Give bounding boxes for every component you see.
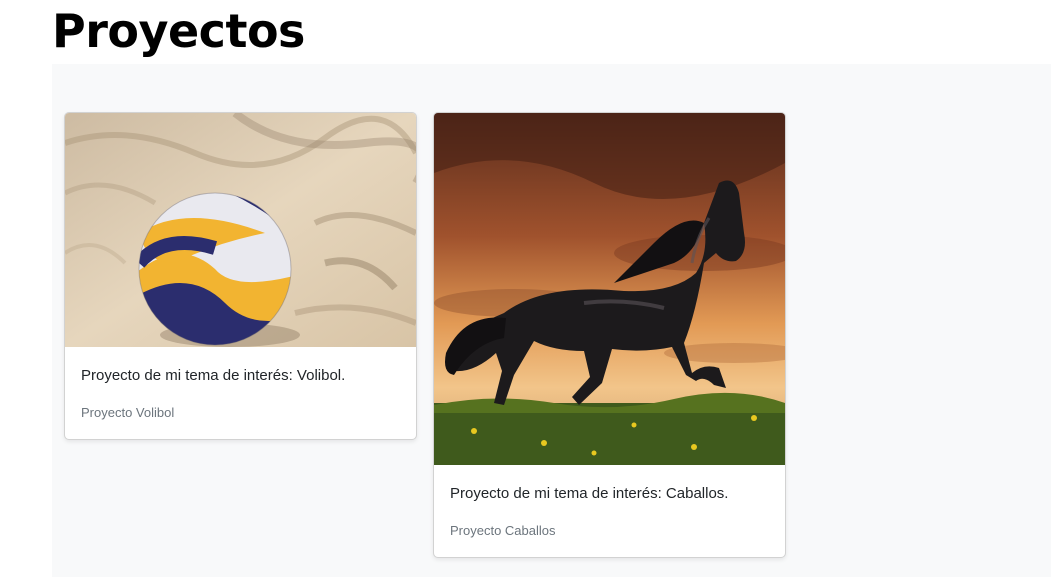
project-description: Proyecto de mi tema de interés: Volibol. bbox=[81, 367, 346, 384]
project-description: Proyecto de mi tema de interés: Caballos… bbox=[450, 485, 729, 502]
volleyball-image bbox=[65, 113, 416, 347]
project-caption: Proyecto Volibol bbox=[81, 405, 175, 420]
project-caption: Proyecto Caballos bbox=[450, 523, 556, 538]
project-card-caballos[interactable]: Proyecto de mi tema de interés: Caballos… bbox=[433, 112, 786, 558]
projects-album: Proyecto de mi tema de interés: Volibol.… bbox=[52, 64, 1051, 577]
page-title: Proyectos bbox=[52, 4, 305, 58]
card-body: Proyecto de mi tema de interés: Caballos… bbox=[434, 465, 785, 539]
page: Proyectos Proyecto de mi tema de interés… bbox=[0, 0, 1051, 577]
horse-image bbox=[434, 113, 785, 465]
card-body: Proyecto de mi tema de interés: Volibol.… bbox=[65, 347, 416, 421]
project-card-volibol[interactable]: Proyecto de mi tema de interés: Volibol.… bbox=[64, 112, 417, 440]
